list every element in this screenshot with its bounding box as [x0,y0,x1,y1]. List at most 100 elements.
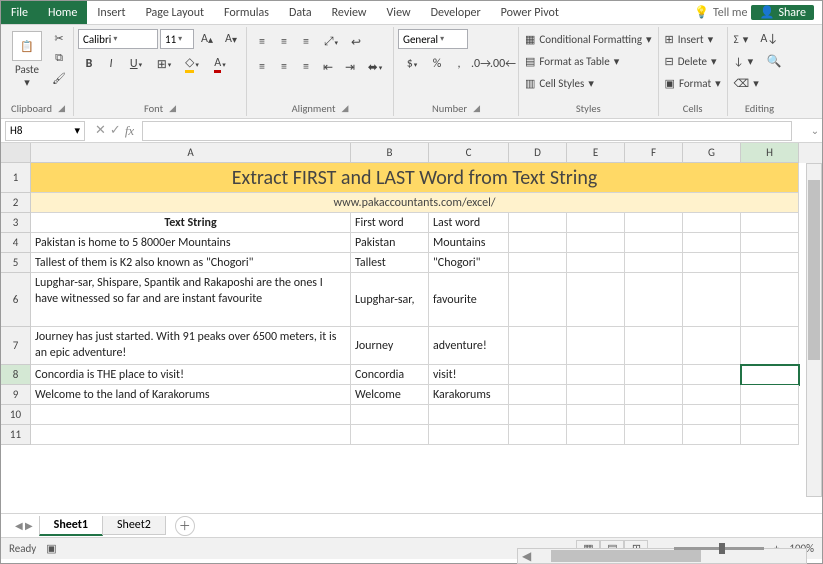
number-format-combo[interactable]: General▾ [398,29,468,49]
autosum-button[interactable]: Σ▾ A↓ [732,29,783,49]
copy-button[interactable]: ⧉ [49,49,69,67]
cell[interactable] [741,273,799,327]
tab-page-layout[interactable]: Page Layout [136,1,214,24]
tab-review[interactable]: Review [322,1,377,24]
increase-font-button[interactable]: A▴ [196,29,218,49]
format-cells-button[interactable]: ▣Format▾ [663,73,723,93]
format-as-table-button[interactable]: ▤Format as Table▾ [523,51,621,71]
cell[interactable] [31,405,351,425]
decrease-font-button[interactable]: A▾ [220,29,242,49]
cell[interactable]: Welcome [351,385,429,405]
cell[interactable]: www.pakaccountants.com/excel/ [31,193,799,213]
fill-color-button[interactable]: ◇▾ [178,54,206,74]
cell[interactable] [625,273,683,327]
decrease-decimal-button[interactable]: .00← [492,54,514,74]
cell[interactable] [509,273,567,327]
tell-me[interactable]: 💡 Tell me [694,5,747,20]
row-header[interactable]: 7 [1,327,31,365]
cell[interactable]: "Chogori" [429,253,509,273]
cell[interactable]: Mountains [429,233,509,253]
cell[interactable] [567,385,625,405]
cell[interactable]: favourite [429,273,509,327]
paste-button[interactable]: 📋 Paste ▾ [7,29,47,91]
col-header-g[interactable]: G [683,143,741,163]
cut-button[interactable]: ✂ [49,29,69,47]
enter-formula-button[interactable]: ✓ [110,123,121,138]
cell[interactable] [625,253,683,273]
cancel-formula-button[interactable]: ✕ [95,123,106,138]
border-button[interactable]: ⊞▾ [150,54,178,74]
col-header-c[interactable]: C [429,143,509,163]
cell[interactable] [429,405,509,425]
align-bottom-button[interactable]: ≡ [295,32,317,52]
cell[interactable] [741,327,799,365]
cell[interactable] [741,213,799,233]
col-header-e[interactable]: E [567,143,625,163]
increase-decimal-button[interactable]: .0→ [470,54,492,74]
decrease-indent-button[interactable]: ⇤ [317,57,339,77]
cell[interactable] [351,405,429,425]
font-size-combo[interactable]: 11▾ [160,29,194,49]
row-header[interactable]: 11 [1,425,31,445]
sheet-tab-1[interactable]: Sheet1 [39,516,103,536]
tab-view[interactable]: View [377,1,421,24]
cell[interactable]: Lupghar-sar, Shispare, Spantik and Rakap… [31,273,351,327]
orientation-button[interactable]: ⤢▾ [317,32,345,52]
cell[interactable] [683,273,741,327]
clear-button[interactable]: ⌫▾ [732,73,761,93]
tab-formulas[interactable]: Formulas [214,1,279,24]
cell[interactable] [429,425,509,445]
font-name-combo[interactable]: Calibri▾ [78,29,158,49]
row-header[interactable]: 9 [1,385,31,405]
cell-styles-button[interactable]: ▥Cell Styles▾ [523,73,596,93]
cell[interactable] [31,425,351,445]
currency-button[interactable]: $▾ [398,54,426,74]
tab-power-pivot[interactable]: Power Pivot [491,1,569,24]
col-header-f[interactable]: F [625,143,683,163]
cell[interactable] [567,405,625,425]
cell[interactable]: Tallest of them is K2 also known as "Cho… [31,253,351,273]
cell[interactable]: Concordia [351,365,429,385]
cell[interactable]: Karakorums [429,385,509,405]
cell[interactable]: Journey has just started. With 91 peaks … [31,327,351,365]
cell[interactable] [683,233,741,253]
cell[interactable] [683,425,741,445]
format-painter-button[interactable]: 🖌 [49,69,69,87]
find-select-button[interactable]: 🔍 [763,51,785,71]
cell[interactable] [567,253,625,273]
tab-home[interactable]: Home [38,1,87,24]
col-header-d[interactable]: D [509,143,567,163]
cell[interactable] [567,365,625,385]
row-header[interactable]: 8 [1,365,31,385]
cell[interactable] [683,253,741,273]
align-center-button[interactable]: ≡ [273,57,295,77]
align-left-button[interactable]: ≡ [251,57,273,77]
cell[interactable] [625,327,683,365]
cell[interactable]: Pakistan [351,233,429,253]
select-all-corner[interactable] [1,143,31,163]
align-top-button[interactable]: ≡ [251,32,273,52]
cell[interactable]: visit! [429,365,509,385]
cell[interactable] [567,327,625,365]
cell[interactable] [567,425,625,445]
cell[interactable] [509,213,567,233]
merge-button[interactable]: ⬌▾ [361,57,389,77]
dialog-launcher-icon[interactable]: ◢ [58,103,65,114]
scroll-thumb[interactable] [551,550,701,562]
cell[interactable] [625,385,683,405]
tab-file[interactable]: File [1,1,38,24]
cell[interactable] [625,425,683,445]
tab-data[interactable]: Data [279,1,322,24]
cell[interactable]: Lupghar-sar, [351,273,429,327]
scroll-thumb[interactable] [808,180,820,360]
cell[interactable]: Welcome to the land of Karakorums [31,385,351,405]
cell[interactable] [741,385,799,405]
cell[interactable] [509,385,567,405]
cell[interactable] [741,233,799,253]
percent-button[interactable]: % [426,54,448,74]
insert-cells-button[interactable]: ⊞Insert▾ [663,29,716,49]
align-middle-button[interactable]: ≡ [273,32,295,52]
cell[interactable]: Text String [31,213,351,233]
row-header[interactable]: 10 [1,405,31,425]
cell[interactable] [625,365,683,385]
